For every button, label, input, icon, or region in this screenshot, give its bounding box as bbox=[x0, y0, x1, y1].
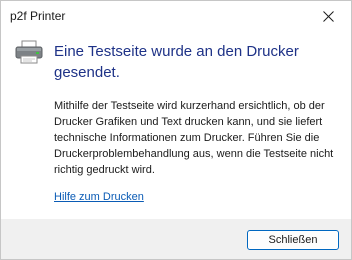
close-icon bbox=[322, 10, 334, 22]
dialog-headline: Eine Testseite wurde an den Drucker gese… bbox=[54, 43, 299, 81]
help-printing-link[interactable]: Hilfe zum Drucken bbox=[54, 191, 144, 203]
printer-icon bbox=[15, 40, 43, 64]
close-button[interactable]: Schließen bbox=[247, 230, 339, 250]
dialog-body-text: Mithilfe der Testseite wird kurzerhand e… bbox=[54, 100, 334, 176]
title-bar[interactable]: p2f Printer bbox=[1, 1, 351, 31]
dialog-window: p2f Printer Eine Testseite wurde an den … bbox=[0, 0, 352, 260]
title-close-button[interactable] bbox=[305, 1, 351, 31]
window-title: p2f Printer bbox=[10, 9, 66, 23]
